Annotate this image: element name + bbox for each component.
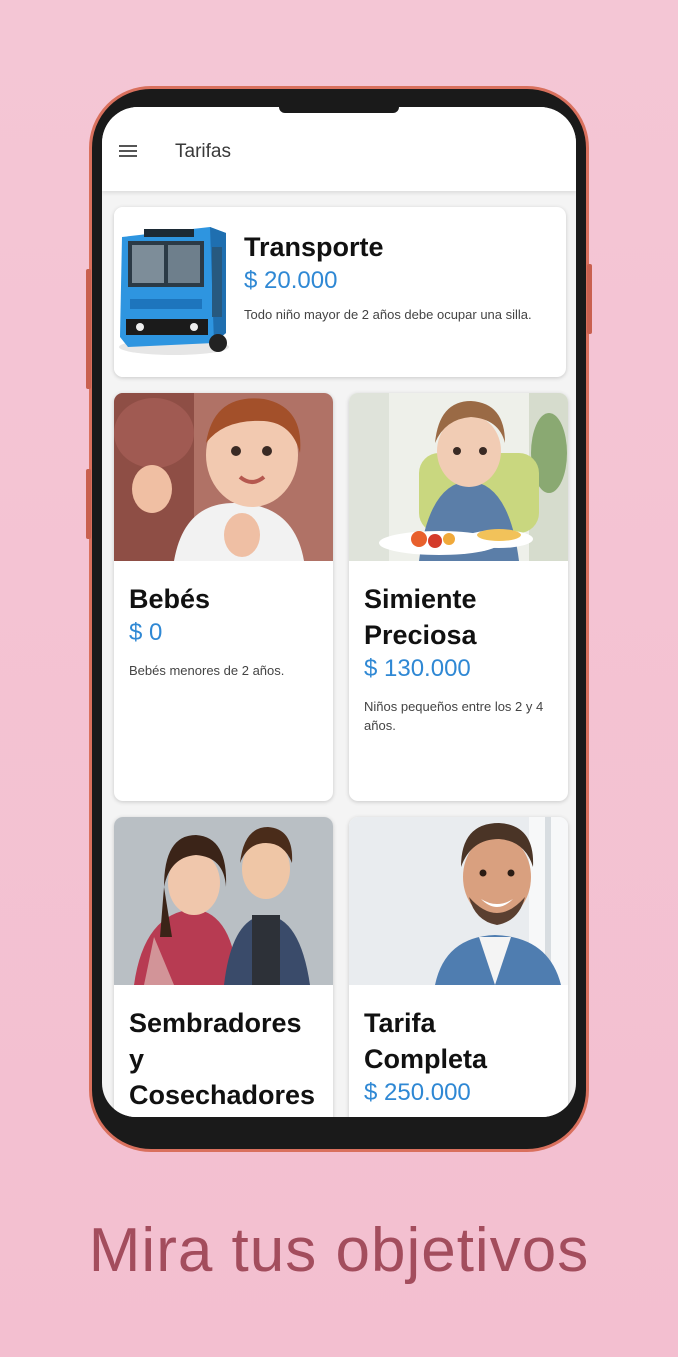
card-price: $ 250.000 [364, 1079, 471, 1106]
bus-image [114, 207, 232, 377]
tariff-grid: Bebés $ 0 Bebés menores de 2 años. Simie… [114, 393, 568, 1117]
tariff-card-tarifa-completa[interactable]: Tarifa Completa $ 250.000 [349, 817, 568, 1117]
card-title: Bebés [129, 584, 211, 614]
volume-button [86, 269, 91, 389]
card-description: Bebés menores de 2 años. [129, 663, 285, 678]
tagline: Mira tus objetivos [88, 1216, 590, 1285]
girl-eating-photo [349, 393, 568, 561]
page-title: Tarifas [175, 141, 231, 162]
man-photo [349, 817, 568, 985]
phone-mockup: Tarifas Transporte $ 20.000 Todo niño ma… [86, 86, 592, 1152]
notch [279, 107, 399, 113]
card-price: $ 130.000 [364, 655, 471, 682]
card-title: Simiente Preciosa [364, 584, 477, 650]
tariff-card-bebes[interactable]: Bebés $ 0 Bebés menores de 2 años. [114, 393, 333, 801]
card-title: Transporte [244, 232, 384, 262]
card-title: Tarifa Completa [364, 1008, 488, 1074]
card-price: $ 20.000 [244, 267, 338, 294]
side-button [86, 469, 91, 539]
hamburger-menu-icon[interactable] [119, 142, 137, 160]
app-bar: Tarifas [102, 107, 576, 191]
tariff-card-sembradores-cosechadores[interactable]: Sembradores y Cosechadores [114, 817, 333, 1117]
tariff-card-simiente-preciosa[interactable]: Simiente Preciosa $ 130.000 Niños pequeñ… [349, 393, 568, 801]
app-screen: Tarifas Transporte $ 20.000 Todo niño ma… [102, 107, 576, 1117]
tariff-list: Transporte $ 20.000 Todo niño mayor de 2… [102, 191, 576, 1117]
card-description: Todo niño mayor de 2 años debe ocupar un… [244, 307, 532, 322]
card-description: Niños pequeños entre los 2 y 4 años. [364, 699, 544, 733]
card-price: $ 0 [129, 619, 163, 646]
power-button [587, 264, 592, 334]
card-title: Sembradores y Cosechadores [129, 1008, 316, 1110]
tariff-card-transporte[interactable]: Transporte $ 20.000 Todo niño mayor de 2… [114, 207, 566, 377]
baby-photo [114, 393, 333, 561]
kids-photo [114, 817, 333, 985]
